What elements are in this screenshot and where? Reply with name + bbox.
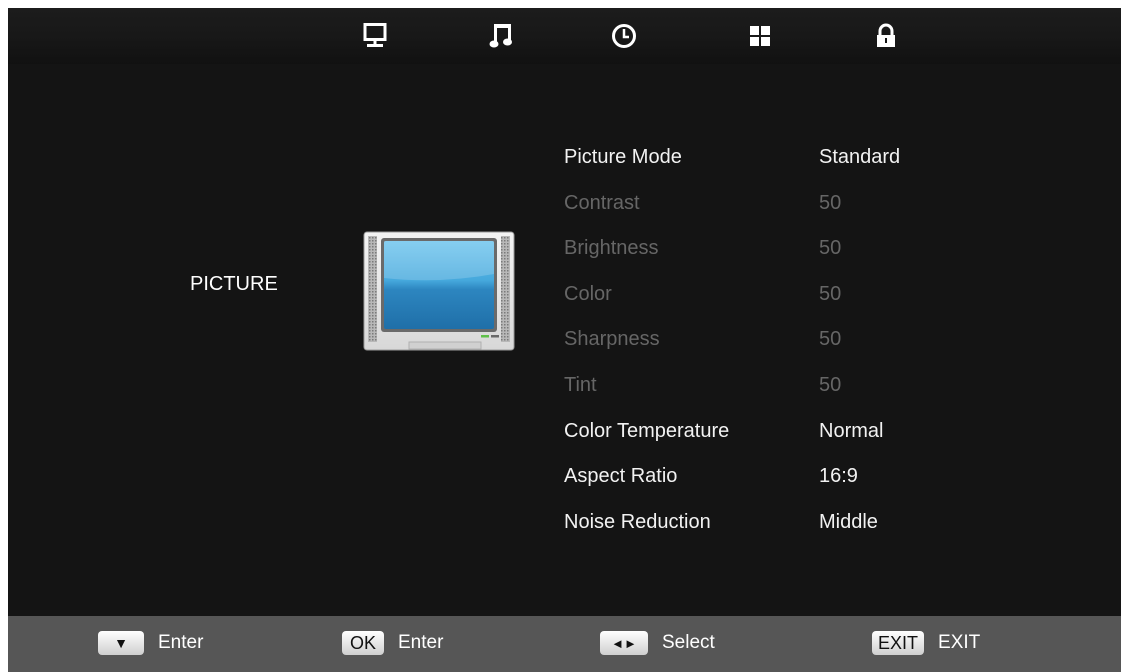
- music-note-icon[interactable]: [487, 22, 515, 50]
- section-title: PICTURE: [190, 273, 278, 295]
- monitor-icon[interactable]: [361, 22, 389, 50]
- menu-tab-bar: [8, 8, 1121, 64]
- down-arrow-key-icon: ▼: [98, 631, 144, 655]
- hint-left-right-select: ◄► Select: [600, 631, 715, 655]
- exit-key-icon: EXIT: [872, 631, 925, 655]
- ok-key-icon: OK: [342, 631, 384, 655]
- setting-label: Contrast: [564, 191, 640, 214]
- tv-menu-screen: PICTURE Picture Mode Standard Contrast 5…: [8, 8, 1121, 672]
- setting-value: 50: [819, 282, 842, 305]
- setting-value: Standard: [819, 146, 901, 168]
- setting-value: Middle: [819, 510, 878, 533]
- hint-label: Select: [662, 632, 715, 653]
- hint-label: Enter: [158, 632, 204, 653]
- picture-settings-list: Picture Mode Standard Contrast 50 Bright…: [564, 143, 1084, 553]
- picture-mode-row[interactable]: Picture Mode Standard: [564, 143, 1084, 189]
- setting-label: Noise Reduction: [564, 510, 711, 533]
- left-right-arrow-key-icon: ◄►: [600, 631, 648, 655]
- sharpness-row: Sharpness 50: [564, 325, 1084, 371]
- setting-value: Normal: [819, 419, 884, 442]
- grid-icon[interactable]: [746, 22, 774, 50]
- setting-value: 50: [819, 191, 842, 214]
- hint-label: EXIT: [938, 632, 981, 653]
- setting-value: 50: [819, 328, 842, 351]
- setting-label: Brightness: [564, 237, 659, 260]
- hint-down-enter: ▼ Enter: [98, 631, 203, 655]
- hint-exit: EXIT EXIT: [872, 631, 980, 655]
- setting-label: Picture Mode: [564, 146, 682, 168]
- setting-label: Sharpness: [564, 328, 660, 351]
- hint-ok-enter: OK Enter: [342, 631, 443, 655]
- setting-value: 16:9: [819, 465, 858, 488]
- color-temperature-row[interactable]: Color Temperature Normal: [564, 417, 1084, 463]
- color-row: Color 50: [564, 280, 1084, 326]
- hint-label: Enter: [398, 632, 444, 653]
- noise-reduction-row[interactable]: Noise Reduction Middle: [564, 508, 1084, 554]
- aspect-ratio-row[interactable]: Aspect Ratio 16:9: [564, 462, 1084, 508]
- setting-label: Tint: [564, 373, 597, 396]
- contrast-row: Contrast 50: [564, 189, 1084, 235]
- setting-label: Aspect Ratio: [564, 465, 678, 488]
- setting-value: 50: [819, 373, 842, 396]
- setting-value: 50: [819, 237, 842, 260]
- setting-label: Color Temperature: [564, 419, 730, 442]
- padlock-icon[interactable]: [872, 22, 900, 50]
- clock-icon[interactable]: [610, 22, 638, 50]
- tint-row: Tint 50: [564, 371, 1084, 417]
- brightness-row: Brightness 50: [564, 234, 1084, 280]
- key-hint-bar: ▼ Enter OK Enter ◄► Select EXIT EXIT: [8, 616, 1121, 672]
- setting-label: Color: [564, 282, 612, 305]
- tv-set-icon: [363, 222, 515, 361]
